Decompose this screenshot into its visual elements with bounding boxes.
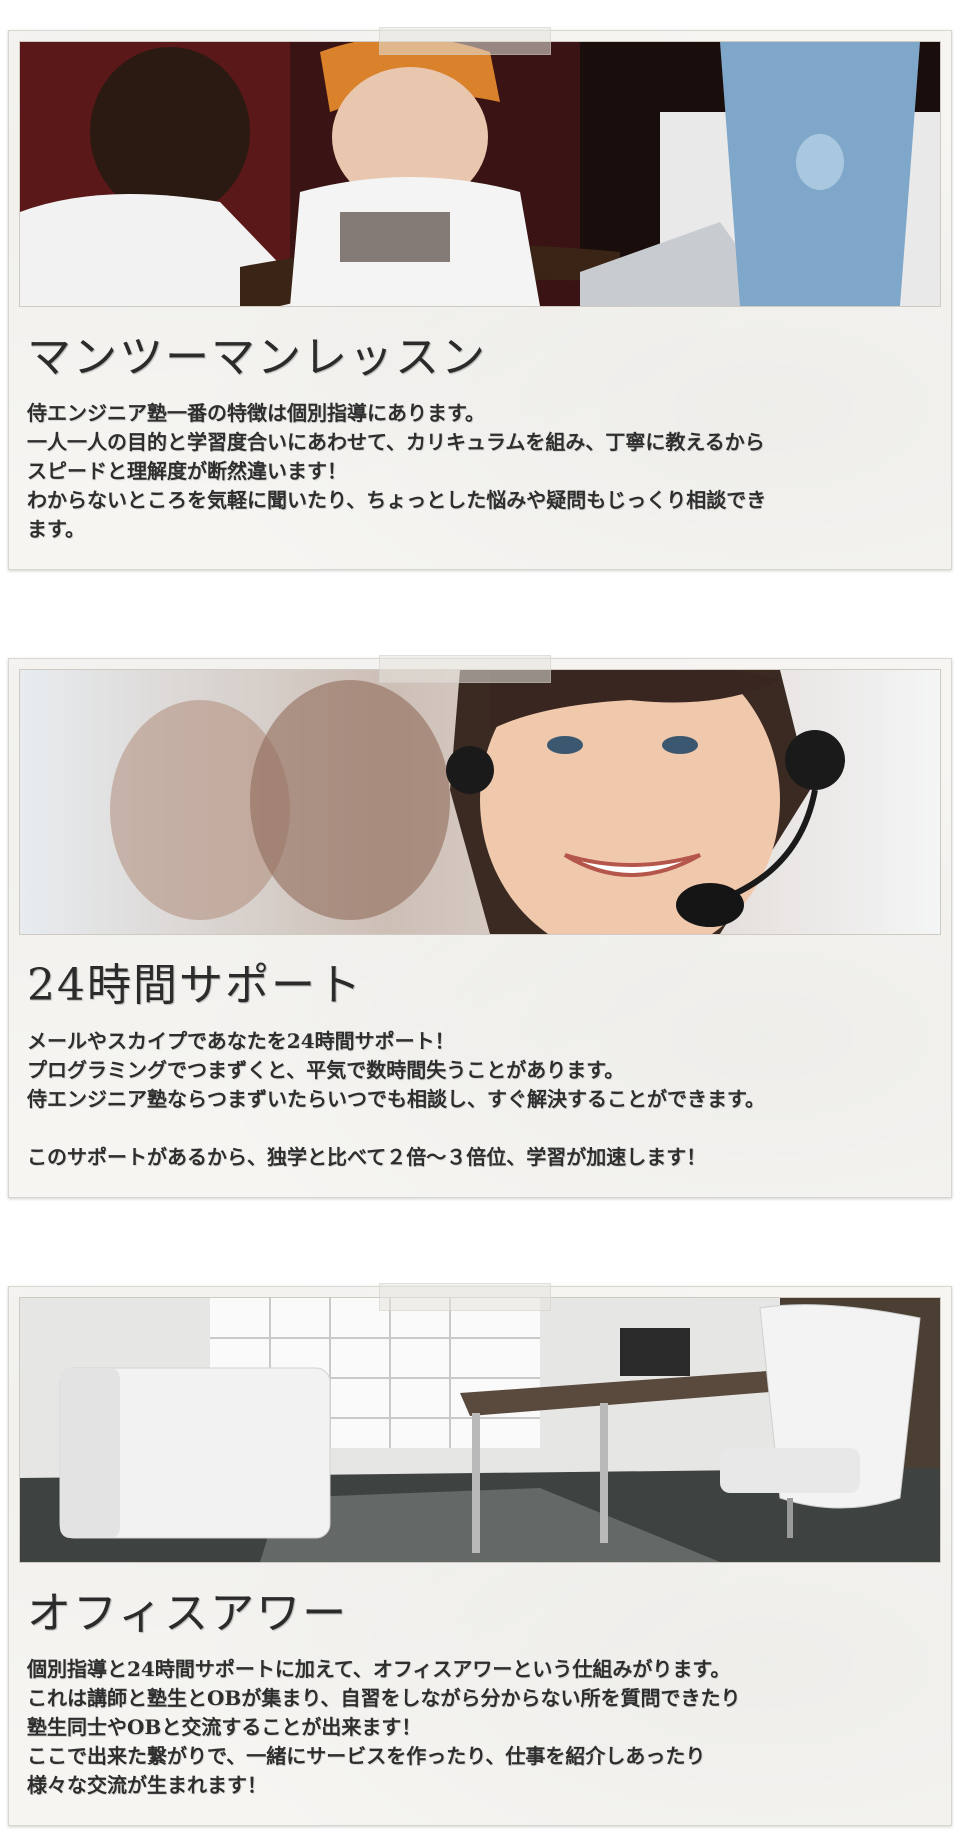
body-line: これは講師と塾生とOBが集まり、自習をしながら分からない所を質問できたり (27, 1686, 741, 1710)
office-room-photo (19, 1297, 941, 1563)
body-line: スピードと理解度が断然違います！ (27, 459, 347, 483)
body-line: 個別指導と24時間サポートに加えて、オフィスアワーという仕組みがります。 (27, 1657, 731, 1681)
section-heading: 24時間サポート (27, 960, 363, 1011)
feature-card-3: オフィスアワー 個別指導と24時間サポートに加えて、オフィスアワーという仕組みが… (8, 1283, 952, 1826)
section-body: メールやスカイプであなたを24時間サポート！ プログラミングでつまずくと、平気で… (27, 1027, 952, 1172)
body-line: このサポートがあるから、独学と比べて２倍〜３倍位、学習が加速します！ (27, 1145, 707, 1169)
children-at-laptop-photo (19, 41, 941, 307)
body-line: プログラミングでつまずくと、平気で数時間失うことがあります。 (27, 1058, 625, 1082)
body-line: 侍エンジニア塾一番の特徴は個別指導にあります。 (27, 401, 485, 425)
body-line: ここで出来た繋がりで、一緒にサービスを作ったり、仕事を紹介しあったり (27, 1744, 706, 1768)
body-line: ます。 (27, 517, 85, 541)
headset-support-woman-photo (19, 669, 941, 935)
body-line: メールやスカイプであなたを24時間サポート！ (27, 1029, 455, 1053)
body-line: 侍エンジニア塾ならつまずいたらいつでも相談し、すぐ解決することができます。 (27, 1087, 765, 1111)
body-gap (27, 1114, 952, 1143)
section-heading: マンツーマンレッスン (27, 332, 487, 383)
body-line: わからないところを気軽に聞いたり、ちょっとした悩みや疑問もじっくり相談でき (27, 488, 767, 512)
body-line: 塾生同士やOBと交流することが出来ます！ (27, 1715, 422, 1739)
section-body: 個別指導と24時間サポートに加えて、オフィスアワーという仕組みがります。 これは… (27, 1655, 952, 1800)
feature-card-2: 24時間サポート メールやスカイプであなたを24時間サポート！ プログラミングで… (8, 655, 952, 1198)
body-line: 様々な交流が生まれます！ (27, 1773, 267, 1797)
body-line: 一人一人の目的と学習度合いにあわせて、カリキュラムを組み、丁寧に教えるから (27, 430, 765, 454)
section-body: 侍エンジニア塾一番の特徴は個別指導にあります。 一人一人の目的と学習度合いにあわ… (27, 399, 952, 544)
section-heading: オフィスアワー (27, 1588, 349, 1639)
feature-card-1: マンツーマンレッスン 侍エンジニア塾一番の特徴は個別指導にあります。 一人一人の… (8, 27, 952, 570)
